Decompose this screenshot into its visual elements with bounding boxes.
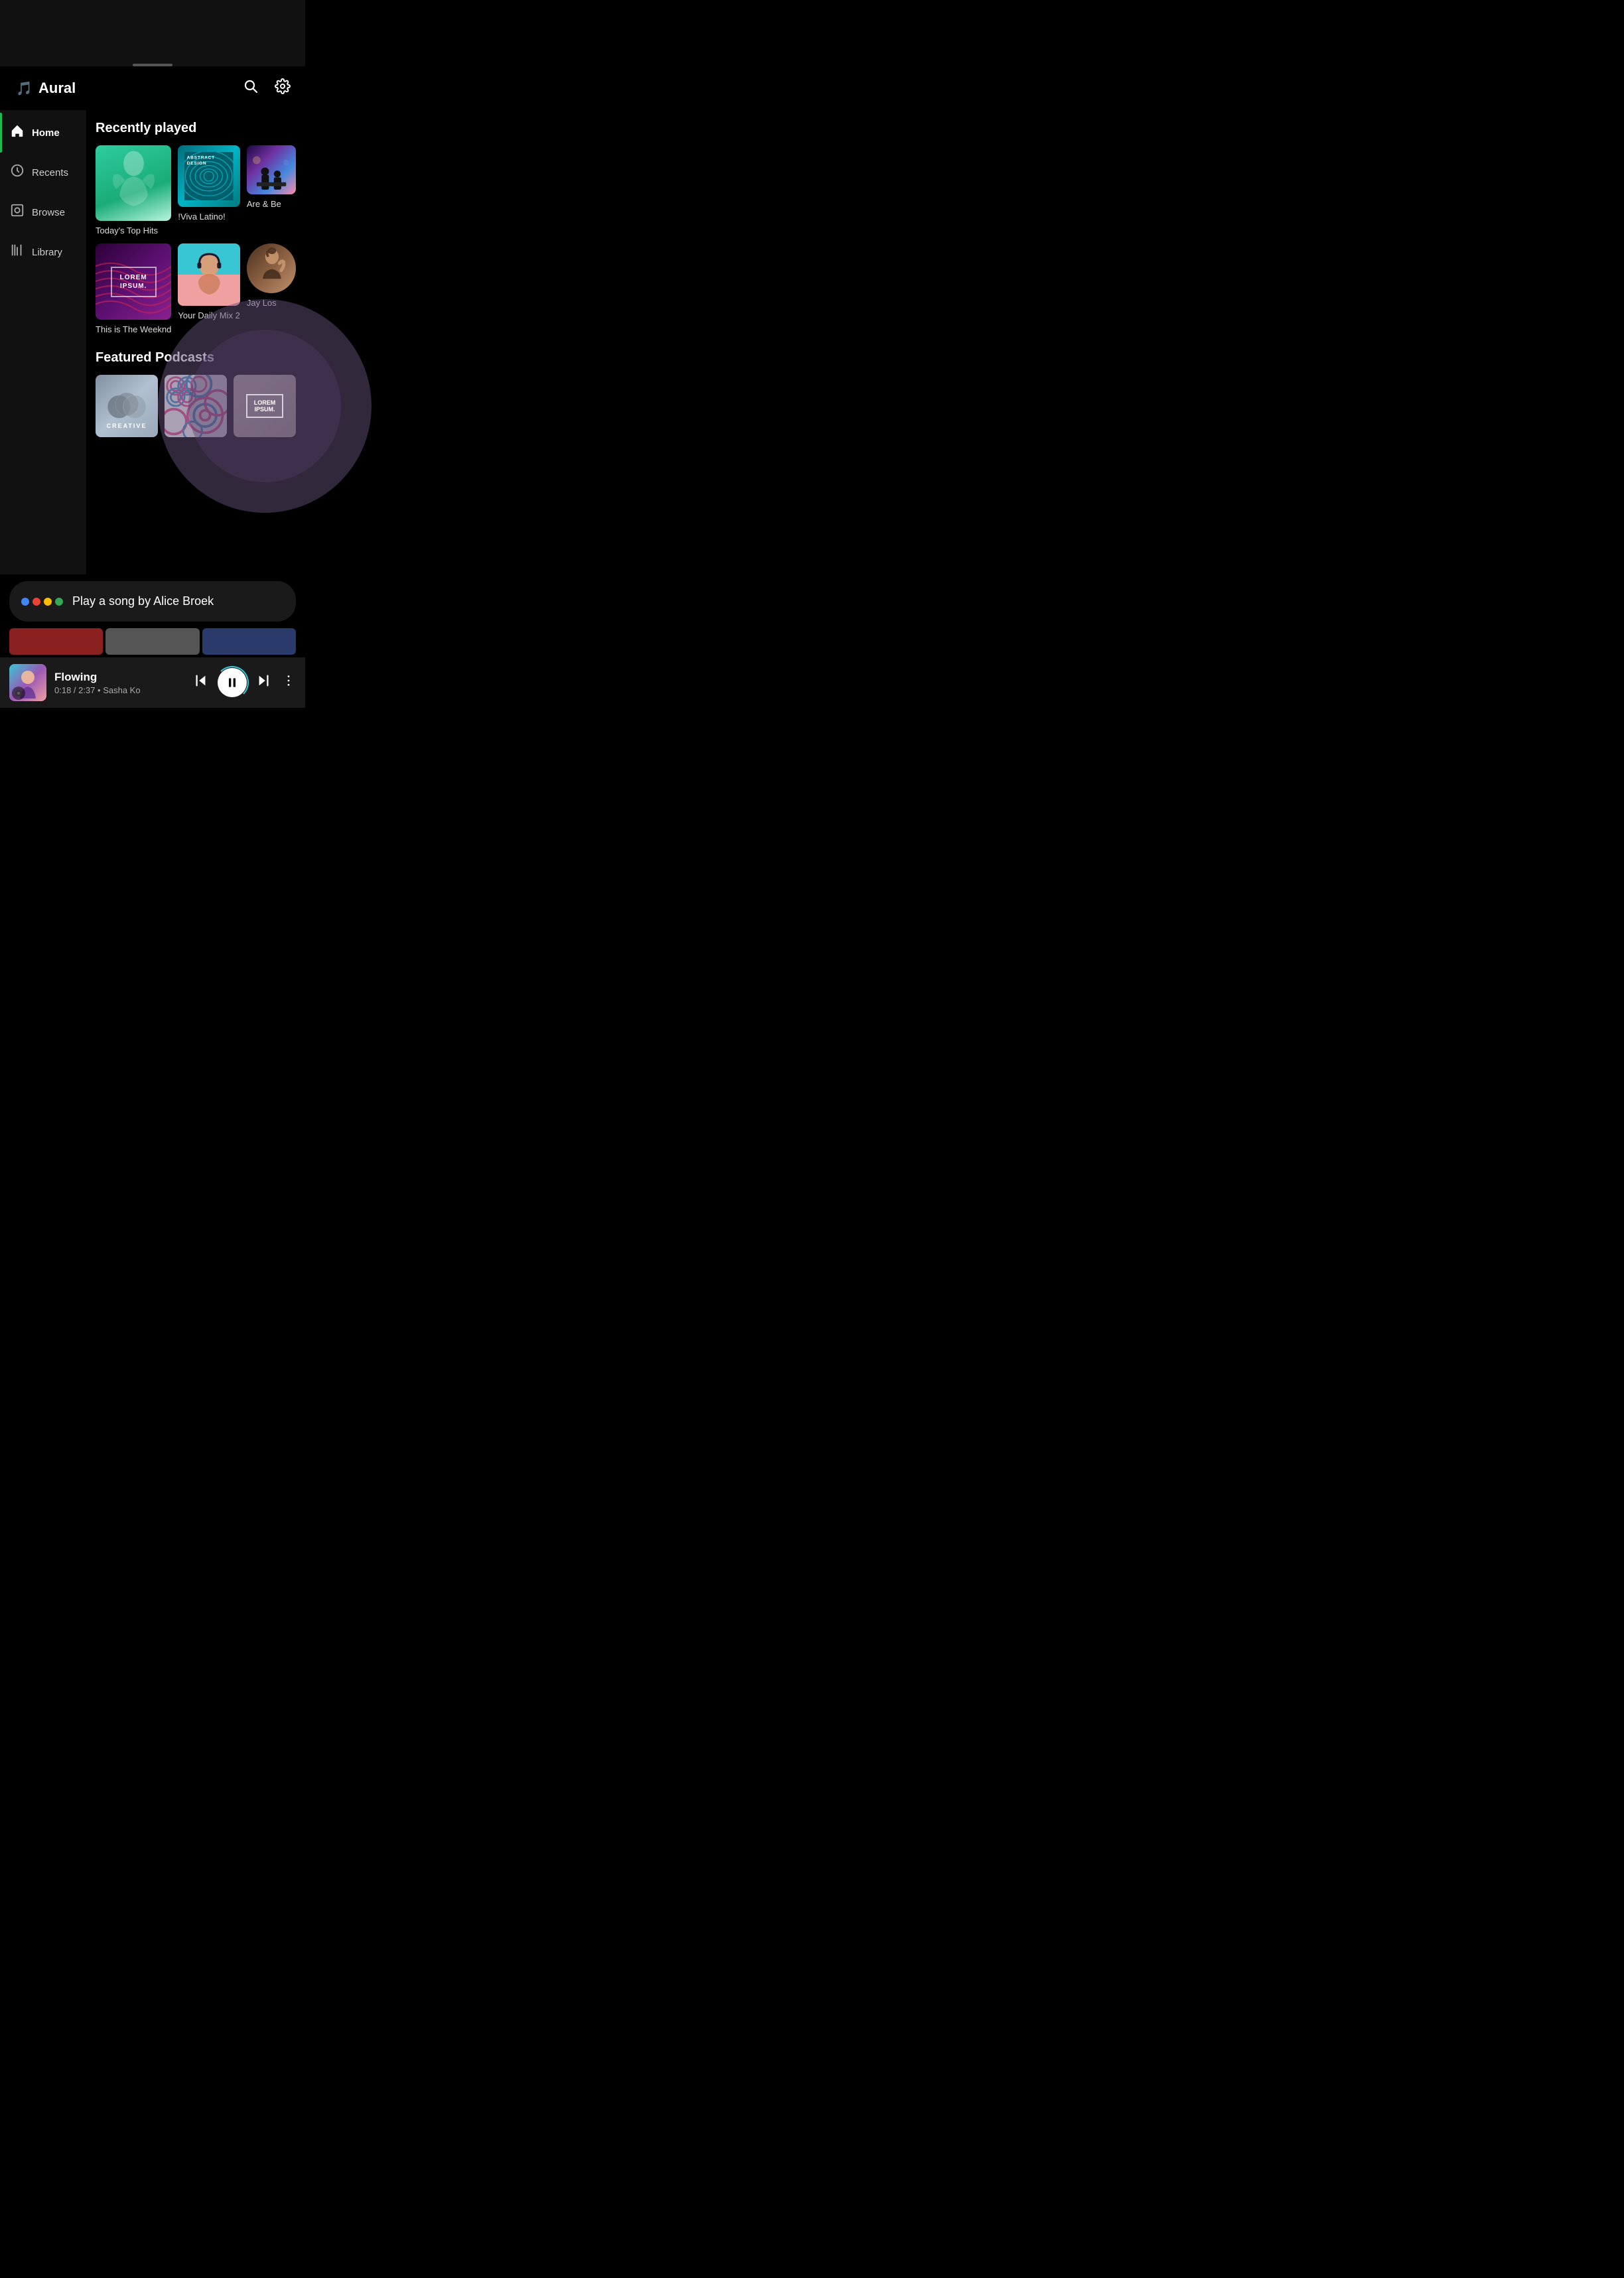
main-layout: Home Recents [0, 110, 305, 574]
podcast-image-3: LOREM IPSUM. [234, 375, 296, 437]
sidebar-home-label: Home [32, 127, 60, 139]
dot-red [33, 598, 40, 606]
sidebar-item-home[interactable]: Home [0, 113, 86, 153]
dot-yellow [44, 598, 52, 606]
podcast3-text-box: LOREM IPSUM. [246, 394, 284, 418]
skip-back-button[interactable] [191, 671, 211, 695]
sidebar-browse-label: Browse [32, 207, 65, 218]
weeknd-line2: IPSUM. [120, 282, 147, 291]
sidebar-item-browse[interactable]: Browse [0, 192, 86, 232]
sidebar-item-library[interactable]: Library [0, 232, 86, 272]
bottom-tab-red[interactable] [9, 628, 103, 655]
podcast3-line1: LOREM [254, 399, 276, 406]
now-playing-art [9, 664, 46, 701]
library-svg [10, 243, 25, 257]
more-options-button[interactable] [281, 673, 296, 692]
pause-icon [226, 676, 239, 689]
dot-green [55, 598, 63, 606]
sidebar: Home Recents [0, 110, 86, 574]
sidebar-library-label: Library [32, 247, 62, 258]
home-svg [10, 123, 25, 138]
now-playing-info: Flowing 0:18 / 2:37 • Sasha Ko [54, 671, 183, 695]
now-playing-thumbnail[interactable] [9, 664, 46, 701]
app-title: Aural [38, 80, 76, 97]
recents-icon [9, 163, 25, 182]
podcast3-line2: IPSUM. [254, 406, 276, 413]
skip-forward-button[interactable] [253, 671, 273, 695]
dot-blue [21, 598, 29, 606]
home-icon [9, 123, 25, 142]
svg-text:🎵: 🎵 [16, 81, 33, 96]
sidebar-recents-label: Recents [32, 167, 68, 178]
skip-back-icon [194, 673, 208, 688]
podcast3-art: LOREM IPSUM. [234, 375, 296, 437]
voice-dots [21, 598, 63, 606]
library-icon [9, 243, 25, 261]
now-playing-bar: Flowing 0:18 / 2:37 • Sasha Ko [0, 657, 305, 708]
podcast-card-3[interactable]: LOREM IPSUM. [234, 375, 296, 441]
recents-svg [10, 163, 25, 178]
more-dots-icon [281, 673, 296, 688]
sidebar-item-recents[interactable]: Recents [0, 153, 86, 192]
weeknd-line1: LOREM [120, 273, 147, 282]
play-pause-button[interactable] [218, 668, 247, 697]
app-container: 🎵 Aural [0, 66, 305, 708]
browse-icon [9, 203, 25, 222]
app-logo-icon: 🎵 [12, 78, 33, 99]
weeknd-text-box: LOREM IPSUM. [111, 267, 157, 297]
skip-forward-icon [256, 673, 271, 688]
browse-svg [10, 203, 25, 218]
player-controls [191, 668, 273, 697]
content-area: Recently played [86, 110, 305, 574]
featured-podcasts-grid: CREATIVE [96, 375, 296, 441]
now-playing-title: Flowing [54, 671, 183, 684]
now-playing-subtitle: 0:18 / 2:37 • Sasha Ko [54, 685, 183, 695]
